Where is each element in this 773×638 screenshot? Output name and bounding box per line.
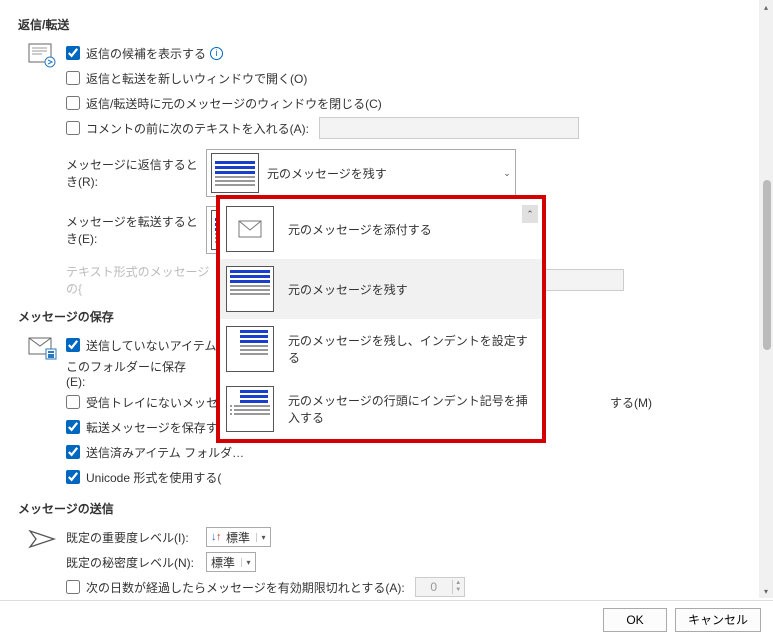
ok-button[interactable]: OK <box>603 608 667 632</box>
vertical-scrollbar[interactable]: ▴ ▾ <box>759 0 773 598</box>
checkbox-autosave[interactable] <box>66 338 80 352</box>
spinner-expire-days: 0 ▲▼ <box>415 577 465 597</box>
label-save-folder: このフォルダーに保存(E): <box>66 358 196 389</box>
section-title-send: メッセージの送信 <box>18 500 732 517</box>
cancel-button[interactable]: キャンセル <box>675 608 761 632</box>
dropdown-option-label: 元のメッセージを残す <box>288 281 536 298</box>
checkbox-use-unicode[interactable] <box>66 470 80 484</box>
dialog-footer: OK キャンセル <box>0 600 773 638</box>
dropdown-option-label: 元のメッセージを添付する <box>288 221 536 238</box>
label-close-original: 返信/転送時に元のメッセージのウィンドウを閉じる(C) <box>86 95 382 112</box>
thumb-prefix-icon <box>226 386 274 432</box>
chevron-down-icon: ▾ <box>256 533 270 542</box>
thumb-include-original-icon <box>226 266 274 312</box>
select-importance-value: 標準 <box>226 529 250 546</box>
label-text-format: テキスト形式のメッセージの{ <box>66 263 216 297</box>
input-text-format-trail <box>534 269 624 291</box>
dropdown-option-attach[interactable]: 元のメッセージを添付する <box>220 199 542 259</box>
checkbox-open-new-window[interactable] <box>66 71 80 85</box>
dropdown-scroll-up[interactable]: ⌃ <box>522 205 538 223</box>
info-icon[interactable]: i <box>210 47 223 60</box>
checkbox-not-inbox[interactable] <box>66 395 80 409</box>
dropdown-option-include[interactable]: 元のメッセージを残す <box>220 259 542 319</box>
reply-forward-icon <box>28 58 58 72</box>
dropdown-option-indent[interactable]: 元のメッセージを残し、インデントを設定する <box>220 319 542 379</box>
label-sensitivity: 既定の秘密度レベル(N): <box>66 554 206 571</box>
save-draft-icon <box>28 350 58 364</box>
label-not-inbox-suffix: する(M) <box>610 394 652 411</box>
checkbox-close-original[interactable] <box>66 96 80 110</box>
select-sensitivity-value: 標準 <box>211 554 235 571</box>
label-on-reply: メッセージに返信するとき(R): <box>66 156 206 190</box>
chevron-down-icon: ⌄ <box>499 168 515 179</box>
label-expire: 次の日数が経過したらメッセージを有効期限切れとする(A): <box>86 579 405 596</box>
label-prefix-comments: コメントの前に次のテキストを入れる(A): <box>86 120 309 137</box>
checkbox-save-sent[interactable] <box>66 445 80 459</box>
checkbox-save-forward[interactable] <box>66 420 80 434</box>
priority-icon <box>211 531 223 543</box>
scroll-down-icon[interactable]: ▾ <box>759 584 773 598</box>
dropdown-option-label: 元のメッセージを残し、インデントを設定する <box>288 332 536 366</box>
chevron-down-icon: ▾ <box>241 558 255 567</box>
select-sensitivity[interactable]: 標準 ▾ <box>206 552 256 572</box>
label-show-suggestions: 返信の候補を表示する <box>86 45 206 62</box>
scroll-up-icon[interactable]: ▴ <box>759 0 773 14</box>
thumb-indent-icon <box>226 326 274 372</box>
label-on-forward: メッセージを転送するとき(E): <box>66 213 206 247</box>
dropdown-option-label: 元のメッセージの行頭にインデント記号を挿入する <box>288 392 536 426</box>
label-use-unicode: Unicode 形式を使用する( <box>86 469 221 486</box>
scrollbar-thumb[interactable] <box>763 180 771 350</box>
label-importance: 既定の重要度レベル(I): <box>66 529 206 546</box>
dropdown-on-forward-popup: ⌃ 元のメッセージを添付する 元のメッセージを残す 元のメッセージを残し、インデ… <box>216 195 546 443</box>
thumb-attach-icon <box>226 206 274 252</box>
spinner-expire-value: 0 <box>416 580 452 594</box>
select-importance[interactable]: 標準 ▾ <box>206 527 271 547</box>
checkbox-show-suggestions[interactable] <box>66 46 80 60</box>
label-open-new-window: 返信と転送を新しいウィンドウで開く(O) <box>86 70 307 87</box>
checkbox-expire[interactable] <box>66 580 80 594</box>
checkbox-prefix-comments[interactable] <box>66 121 80 135</box>
label-save-sent: 送信済みアイテム フォルダ… <box>86 444 244 461</box>
input-prefix-text[interactable] <box>319 117 579 139</box>
section-title-reply: 返信/転送 <box>18 16 732 33</box>
dropdown-on-reply-value: 元のメッセージを残す <box>267 165 499 182</box>
thumb-include-original-icon <box>211 153 259 193</box>
dropdown-on-reply[interactable]: 元のメッセージを残す ⌄ <box>206 149 516 197</box>
send-icon <box>28 542 58 556</box>
label-save-forward: 転送メッセージを保存する( <box>86 419 234 436</box>
dropdown-option-prefix[interactable]: 元のメッセージの行頭にインデント記号を挿入する <box>220 379 542 439</box>
